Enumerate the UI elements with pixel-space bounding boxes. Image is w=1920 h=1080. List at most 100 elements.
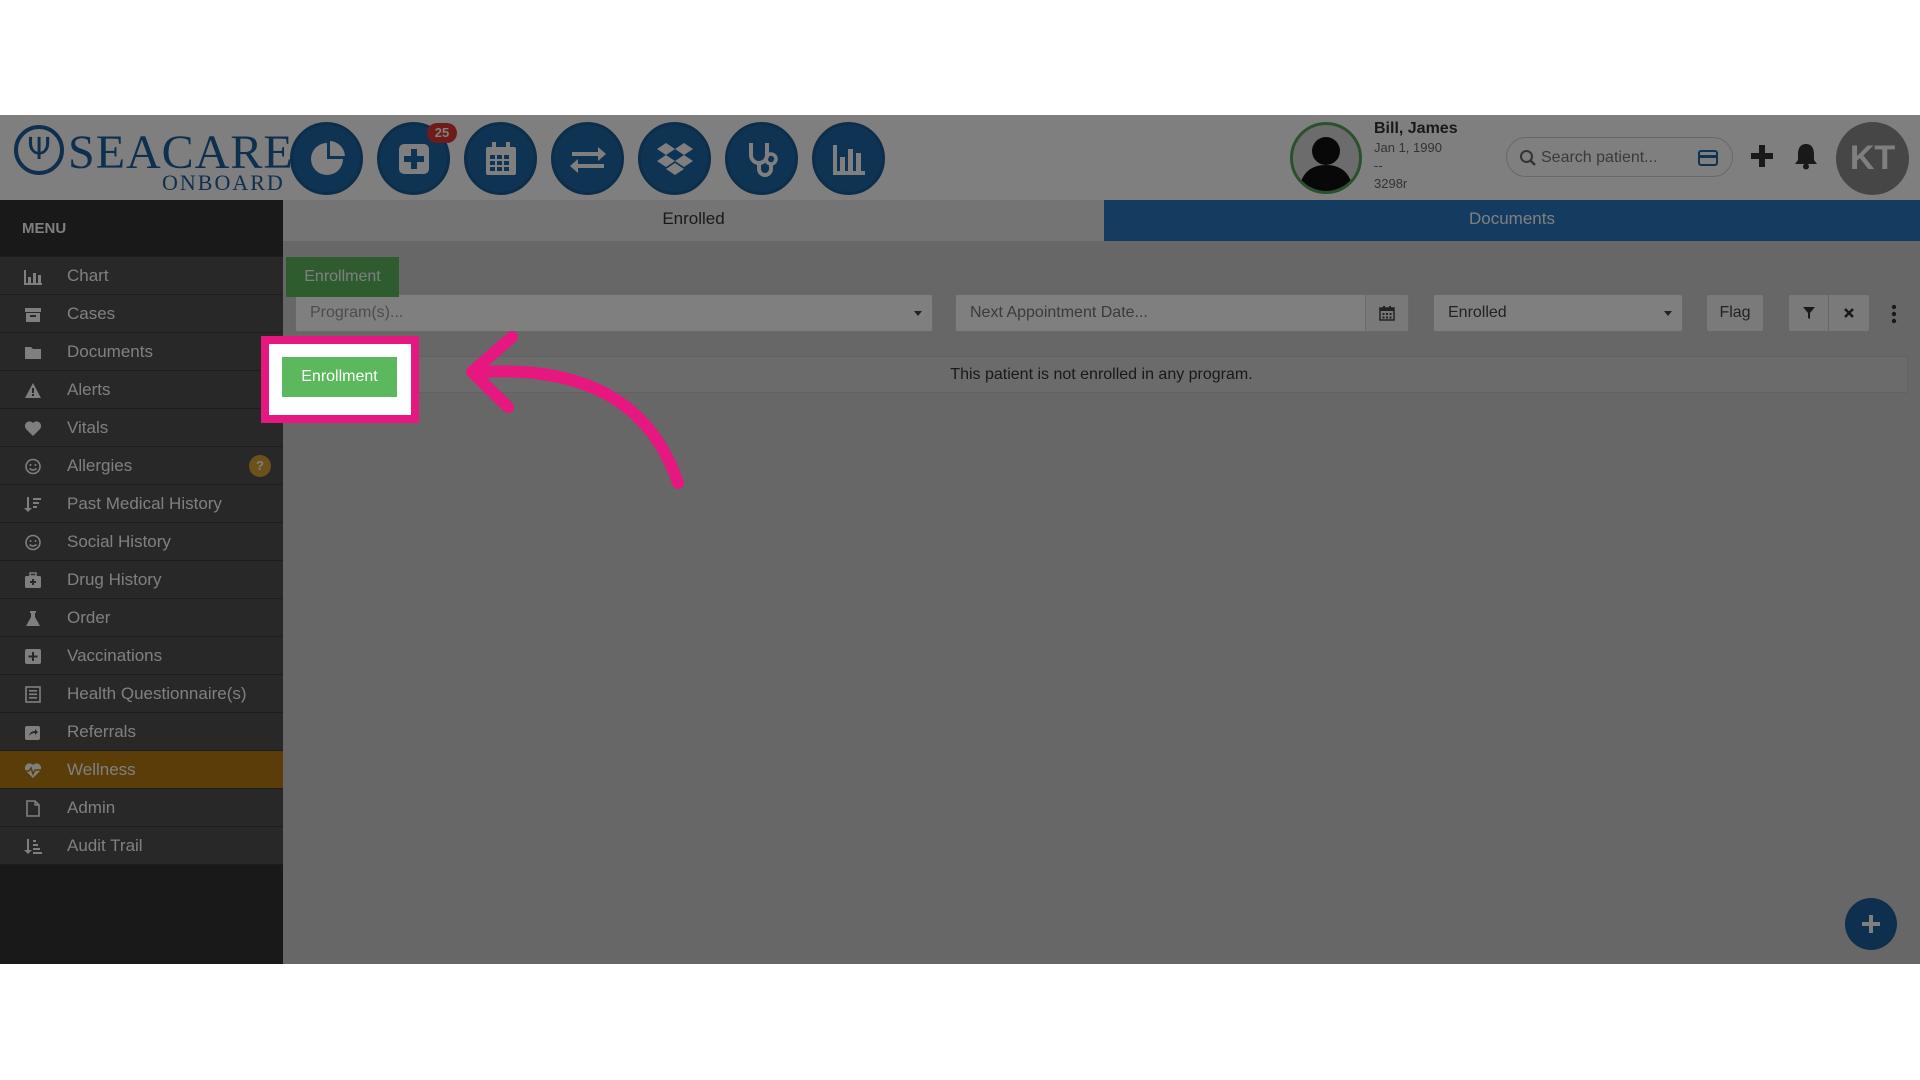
nav-clinical-button[interactable] [725,122,798,195]
sidebar-item-cases[interactable]: Cases [0,295,283,333]
calendar-icon [1379,306,1395,321]
plus-square-icon [25,649,41,664]
sidebar-item-allergies[interactable]: Allergies ? [0,447,283,485]
search-icon [1520,150,1536,166]
smile-icon [25,458,41,475]
patient-extra: -- [1374,158,1383,173]
sidebar-item-label: Chart [67,266,109,285]
filter-icon [1802,307,1815,319]
sidebar-item-admin[interactable]: Admin [0,789,283,827]
sidebar-item-drug-history[interactable]: Drug History [0,561,283,599]
flask-icon [26,611,40,626]
sidebar-item-social-history[interactable]: Social History [0,523,283,561]
nav-calendar-button[interactable] [464,122,537,195]
folder-box-icon [25,308,41,322]
warning-icon [25,383,41,398]
enrollment-button[interactable]: Enrollment [286,257,399,297]
nav-add-record-button[interactable]: 25 [377,122,457,195]
nav-transfer-button[interactable] [551,122,624,195]
top-header: Ψ SEACARE ONBOARD 25 Bill, James Jan 1, … [0,115,1920,200]
sidebar-item-chart[interactable]: Chart [0,257,283,295]
more-options-button[interactable] [1883,300,1905,328]
sidebar-item-label: Health Questionnaire(s) [67,684,247,703]
sidebar-item-label: Documents [67,342,153,361]
heartbeat-icon [24,763,42,778]
filter-button[interactable] [1788,294,1829,332]
sidebar-menu: MENU Chart Cases Documents Alerts Vitals… [0,200,283,964]
patient-avatar[interactable] [1290,122,1362,194]
sidebar-item-referrals[interactable]: Referrals [0,713,283,751]
nav-reports-button[interactable] [812,122,885,195]
sidebar-item-label: Social History [67,532,171,551]
bar-chart-icon [24,270,42,285]
sidebar-item-label: Alerts [67,380,111,399]
allergies-help-badge[interactable]: ? [249,455,271,477]
vertical-ellipsis-icon [1891,304,1897,324]
heart-icon [24,421,42,436]
close-icon [1844,308,1854,318]
smile-icon [25,534,41,551]
pie-chart-icon [310,140,345,175]
program-select[interactable]: Program(s)... [295,294,933,332]
tab-enrolled[interactable]: Enrolled [283,200,1104,241]
sidebar-item-health-questionnaires[interactable]: Health Questionnaire(s) [0,675,283,713]
plus-icon [1862,915,1880,933]
sidebar-item-label: Vaccinations [67,646,163,665]
sidebar-item-label: Admin [67,798,116,817]
highlighted-enrollment-button[interactable]: Enrollment [282,357,397,397]
nav-dropbox-button[interactable] [638,122,711,195]
clear-filter-button[interactable] [1829,294,1870,332]
patient-info[interactable]: Bill, James Jan 1, 1990 -- 3298r [1374,119,1484,193]
chevron-down-icon [914,311,922,316]
sort-amount-icon [24,839,42,854]
app-window: Ψ SEACARE ONBOARD 25 Bill, James Jan 1, … [0,115,1920,964]
sidebar-item-label: Drug History [67,570,162,589]
date-picker-button[interactable] [1366,294,1409,332]
user-avatar[interactable]: KT [1836,122,1909,195]
empty-state-message: This patient is not enrolled in any prog… [295,356,1908,393]
folder-icon [25,347,41,359]
sidebar-item-wellness[interactable]: Wellness [0,751,283,789]
sidebar-item-documents[interactable]: Documents [0,333,283,371]
chevron-down-icon [1664,311,1672,316]
sidebar-item-label: Wellness [67,760,136,779]
share-square-icon [25,726,40,740]
sidebar-item-order[interactable]: Order [0,599,283,637]
status-select-value: Enrolled [1448,304,1507,321]
patient-name: Bill, James [1374,120,1458,137]
person-silhouette-icon [1299,137,1353,191]
enrollment-status-select[interactable]: Enrolled [1433,294,1683,332]
notification-count-badge: 25 [427,123,457,143]
sidebar-item-label: Allergies [67,456,133,475]
patient-dob: Jan 1, 1990 [1374,140,1442,155]
tab-documents[interactable]: Documents [1104,200,1920,241]
add-floating-button[interactable] [1845,898,1897,950]
search-input[interactable] [1541,144,1691,172]
seacare-logo[interactable]: Ψ SEACARE ONBOARD [14,123,293,195]
sidebar-item-vitals[interactable]: Vitals [0,409,283,447]
id-card-icon[interactable] [1698,150,1718,166]
medkit-icon [25,572,41,588]
dropbox-icon [656,142,693,175]
list-doc-icon [25,686,41,703]
sidebar-item-label: Audit Trail [67,836,143,855]
flag-button[interactable]: Flag [1706,294,1764,332]
patient-search[interactable] [1506,137,1733,177]
add-plus-icon[interactable] [1749,143,1775,169]
sidebar-item-alerts[interactable]: Alerts [0,371,283,409]
filter-row: Program(s)... Enrolled Flag [283,294,1920,338]
main-content: Enrolled Documents Enrollment Program(s)… [283,200,1920,964]
next-appointment-date-input[interactable] [955,294,1366,332]
calendar-icon [485,141,516,175]
sidebar-item-label: Cases [67,304,116,323]
sidebar-item-audit-trail[interactable]: Audit Trail [0,827,283,865]
trident-logo-icon: Ψ [14,125,64,175]
sidebar-item-label: Referrals [67,722,136,741]
sidebar-item-vaccinations[interactable]: Vaccinations [0,637,283,675]
nav-dashboard-button[interactable] [290,122,363,195]
plus-square-icon [398,143,429,174]
tab-bar: Enrolled Documents [283,200,1920,241]
sidebar-item-past-medical-history[interactable]: Past Medical History [0,485,283,523]
bell-icon[interactable] [1793,142,1819,170]
sidebar-item-label: Order [67,608,111,627]
